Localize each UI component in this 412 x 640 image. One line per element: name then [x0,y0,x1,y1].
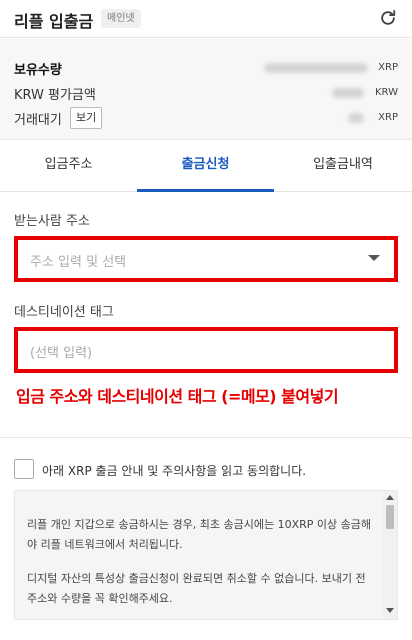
tab-deposit-address[interactable]: 입금주소 [0,140,137,191]
scroll-up-icon[interactable] [386,495,394,500]
tag-placeholder: (선택 입력) [30,346,93,361]
holdings-label: 보유수량 [14,63,62,78]
address-select[interactable]: 주소 입력 및 선택 [14,236,398,282]
holdings-value-redacted [264,63,368,73]
address-placeholder: 주소 입력 및 선택 [30,255,127,270]
notice-paragraph-1: 리플 개인 지갑으로 송금하시는 경우, 최초 송금시에는 10XRP 이상 송… [27,518,372,551]
holdings-row: 보유수량 XRP [14,57,398,79]
refresh-icon[interactable] [378,8,398,28]
view-pending-button[interactable]: 보기 [70,107,103,129]
notice-scrollbar[interactable] [383,491,397,619]
krw-row: KRW 평가금액 KRW [14,82,398,104]
notice-box[interactable]: 리플 개인 지갑으로 송금하시는 경우, 최초 송금시에는 10XRP 이상 송… [14,490,398,620]
tab-history[interactable]: 입출금내역 [274,140,412,191]
krw-label: KRW 평가금액 [14,88,96,103]
destination-tag-input[interactable]: (선택 입력) [14,327,398,373]
holdings-unit: XRP [378,62,398,73]
tab-bar: 입금주소 출금신청 입출금내역 [0,140,412,192]
notice-paragraph-2: 디지털 자산의 특성상 출금신청이 완료되면 취소할 수 없습니다. 보내기 전… [27,572,366,605]
page-title: 리플 입출금 [14,12,94,31]
network-badge: 메인넷 [101,9,141,28]
agree-checkbox[interactable] [14,459,34,479]
pending-value-redacted [348,113,364,123]
tag-label: 데스티네이션 태그 [14,305,114,320]
scroll-down-icon[interactable] [386,608,394,613]
tab-withdraw-request[interactable]: 출금신청 [137,140,274,192]
address-label: 받는사람 주소 [14,214,90,229]
header: 리플 입출금 메인넷 [0,0,412,38]
pending-label: 거래대기 [14,113,62,128]
pending-unit: XRP [378,112,398,123]
annotation-caption: 입금 주소와 데스티네이션 태그 (=메모) 붙여넣기 [16,387,339,406]
krw-value-redacted [332,88,364,98]
krw-unit: KRW [375,87,398,98]
agree-row[interactable]: 아래 XRP 출금 안내 및 주의사항을 읽고 동의합니다. [14,459,398,481]
balance-panel: 보유수량 XRP KRW 평가금액 KRW 거래대기 보기 XRP [0,39,412,140]
divider [0,437,412,438]
chevron-down-icon[interactable] [368,255,380,261]
pending-row: 거래대기 보기 XRP [14,107,398,129]
scroll-thumb[interactable] [386,505,394,529]
agree-label[interactable]: 아래 XRP 출금 안내 및 주의사항을 읽고 동의합니다. [42,462,306,479]
